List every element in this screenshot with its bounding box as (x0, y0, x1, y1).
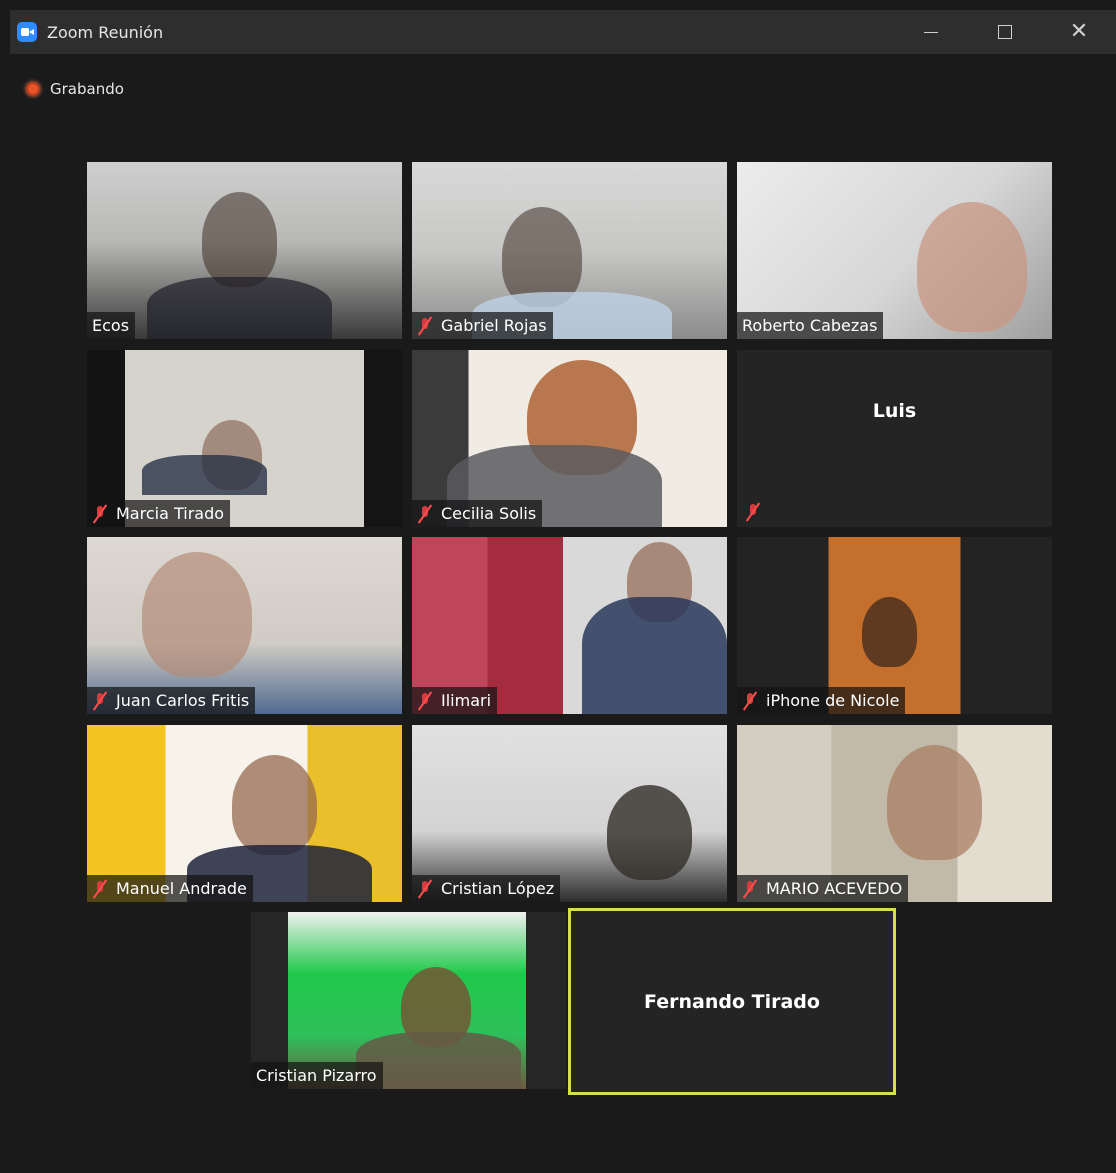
video-tile-cristian-pizarro[interactable]: Cristian Pizarro (251, 912, 566, 1089)
participant-center-name: Fernando Tirado (644, 990, 820, 1013)
video-tile-fernando-tirado[interactable]: Fernando Tirado (568, 908, 896, 1095)
participant-center-name: Luis (872, 400, 917, 422)
participant-video (607, 785, 692, 880)
close-button[interactable]: ✕ (1042, 10, 1116, 54)
video-tile-cecilia-solis[interactable]: Cecilia Solis (412, 350, 727, 527)
participant-name: Cristian López (441, 879, 555, 898)
participant-video-body (147, 277, 332, 339)
participant-name-tag: MARIO ACEVEDO (737, 875, 909, 902)
participant-name-tag: Ilimari (412, 687, 498, 714)
participant-video (862, 597, 917, 667)
muted-microphone-icon (742, 692, 758, 710)
video-tile-juan-carlos-fritis[interactable]: Juan Carlos Fritis (87, 537, 402, 714)
participant-name-tag: Ecos (87, 312, 136, 339)
participant-name: Gabriel Rojas (441, 316, 547, 335)
recording-label: Grabando (50, 80, 124, 98)
minimize-button[interactable] (894, 10, 968, 54)
participant-video (232, 755, 317, 855)
participant-name: Manuel Andrade (116, 879, 247, 898)
participant-name-tag: iPhone de Nicole (737, 687, 906, 714)
participant-name: Ilimari (441, 691, 492, 710)
window-title: Zoom Reunión (47, 22, 164, 42)
participant-name: iPhone de Nicole (766, 691, 900, 710)
participant-name-tag: Cristian López (412, 875, 561, 902)
participant-video (917, 202, 1027, 332)
participant-name: MARIO ACEVEDO (766, 879, 903, 898)
participant-name: Cecilia Solis (441, 504, 537, 523)
participant-name-tag: Juan Carlos Fritis (87, 687, 256, 714)
participant-name: Ecos (92, 316, 130, 335)
participant-name-tag: Roberto Cabezas (737, 312, 884, 339)
video-tile-roberto-cabezas[interactable]: Roberto Cabezas (737, 162, 1052, 339)
video-tile-gabriel-rojas[interactable]: Gabriel Rojas (412, 162, 727, 339)
participant-video-sofa (142, 455, 267, 495)
video-tile-marcia-tirado[interactable]: Marcia Tirado (87, 350, 402, 527)
video-tile-mario-acevedo[interactable]: MARIO ACEVEDO (737, 725, 1052, 902)
participant-video (142, 552, 252, 677)
video-tile-ilimari[interactable]: Ilimari (412, 537, 727, 714)
video-tile-iphone-de-nicole[interactable]: iPhone de Nicole (737, 537, 1052, 714)
video-tile-cristian-lopez[interactable]: Cristian López (412, 725, 727, 902)
muted-microphone-icon (417, 880, 433, 898)
participant-video (887, 745, 982, 860)
participant-name-tag: Marcia Tirado (87, 500, 231, 527)
muted-microphone-icon (742, 880, 758, 898)
zoom-camera-icon (17, 22, 37, 42)
participant-name: Roberto Cabezas (742, 316, 878, 335)
participant-name: Juan Carlos Fritis (116, 691, 250, 710)
muted-microphone-icon (92, 692, 108, 710)
participant-video (202, 192, 277, 287)
muted-microphone-icon (92, 505, 108, 523)
title-bar: Zoom Reunión ✕ (10, 10, 1116, 54)
muted-microphone-icon (92, 880, 108, 898)
close-icon: ✕ (1069, 19, 1089, 44)
minimize-icon (924, 31, 938, 33)
zoom-window: Zoom Reunión ✕ Grabando Ecos Gabriel Roj… (0, 0, 1116, 1173)
video-tile-luis[interactable]: Luis (737, 350, 1052, 527)
video-tile-ecos[interactable]: Ecos (87, 162, 402, 339)
participant-name: Marcia Tirado (116, 504, 225, 523)
muted-microphone-icon (417, 692, 433, 710)
participant-name-tag: Cristian Pizarro (251, 1062, 383, 1089)
participant-name-tag: Gabriel Rojas (412, 312, 553, 339)
muted-microphone-icon (745, 503, 761, 521)
muted-microphone-icon (417, 317, 433, 335)
participant-video-body (582, 597, 727, 714)
muted-microphone-icon (417, 505, 433, 523)
recording-dot-icon (26, 82, 40, 96)
window-controls: ✕ (894, 10, 1116, 54)
participant-name-tag: Manuel Andrade (87, 875, 253, 902)
maximize-button[interactable] (968, 10, 1042, 54)
participant-name-tag: Cecilia Solis (412, 500, 543, 527)
participant-name: Cristian Pizarro (256, 1066, 377, 1085)
recording-indicator[interactable]: Grabando (26, 80, 124, 98)
video-tile-manuel-andrade[interactable]: Manuel Andrade (87, 725, 402, 902)
maximize-icon (998, 25, 1012, 39)
